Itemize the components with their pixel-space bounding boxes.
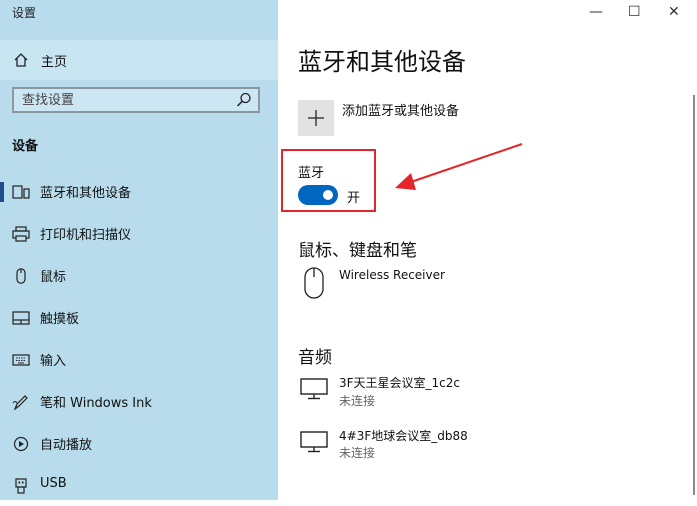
- search-input[interactable]: [14, 89, 240, 111]
- device-name[interactable]: 4#3F地球会议室_db88: [339, 427, 468, 444]
- sidebar-item-label: USB: [40, 476, 67, 491]
- bluetooth-state-label: 开: [347, 191, 361, 206]
- bluetooth-device-icon: [12, 185, 30, 199]
- sidebar-item-usb[interactable]: USB: [0, 466, 278, 506]
- bluetooth-label: 蓝牙: [298, 166, 325, 181]
- autoplay-icon: [13, 436, 29, 452]
- close-button[interactable]: ✕: [668, 4, 680, 20]
- monitor-icon: [300, 378, 328, 400]
- touchpad-icon: [12, 311, 30, 325]
- mouse-device-icon: [304, 267, 324, 299]
- sidebar-item-label: 笔和 Windows Ink: [40, 396, 152, 411]
- mouse-section-title: 鼠标、键盘和笔: [298, 241, 417, 261]
- device-status: 未连接: [339, 394, 376, 408]
- scrollbar[interactable]: [693, 95, 695, 495]
- sidebar-item-mouse[interactable]: 鼠标: [0, 256, 278, 296]
- device-name[interactable]: 3F天王星会议室_1c2c: [339, 374, 460, 391]
- sidebar: 设置 主页 设备 蓝牙和其他设备 打印机和扫描仪: [0, 0, 278, 500]
- sidebar-item-touchpad[interactable]: 触摸板: [0, 298, 278, 338]
- maximize-button[interactable]: ☐: [628, 4, 641, 20]
- sidebar-item-bluetooth[interactable]: 蓝牙和其他设备: [0, 172, 278, 212]
- pen-icon: [12, 395, 28, 410]
- window-title: 设置: [12, 6, 37, 20]
- home-icon: [14, 53, 28, 67]
- sidebar-item-label: 自动播放: [40, 438, 93, 453]
- mouse-icon: [16, 268, 26, 284]
- printer-icon: [12, 226, 30, 242]
- plus-icon: [308, 110, 324, 126]
- add-device-label[interactable]: 添加蓝牙或其他设备: [342, 100, 459, 119]
- device-name[interactable]: Wireless Receiver: [339, 268, 445, 282]
- sidebar-item-label: 蓝牙和其他设备: [40, 186, 132, 201]
- sidebar-item-label: 打印机和扫描仪: [40, 228, 132, 243]
- sidebar-item-label: 输入: [40, 354, 67, 369]
- bluetooth-toggle[interactable]: [298, 185, 338, 205]
- audio-section-title: 音频: [298, 348, 332, 368]
- page-title: 蓝牙和其他设备: [298, 48, 466, 76]
- add-device-button[interactable]: [298, 100, 334, 136]
- minimize-button[interactable]: —: [589, 4, 603, 20]
- active-indicator: [0, 182, 4, 202]
- search-box: [12, 87, 260, 113]
- sidebar-home-label: 主页: [41, 55, 68, 70]
- sidebar-item-printers[interactable]: 打印机和扫描仪: [0, 214, 278, 254]
- toggle-knob: [323, 190, 333, 200]
- device-status: 未连接: [339, 446, 376, 460]
- sidebar-item-pen[interactable]: 笔和 Windows Ink: [0, 382, 278, 422]
- keyboard-icon: [12, 354, 30, 366]
- sidebar-item-autoplay[interactable]: 自动播放: [0, 424, 278, 464]
- sidebar-item-label: 触摸板: [40, 312, 80, 327]
- sidebar-item-typing[interactable]: 输入: [0, 340, 278, 380]
- monitor-icon: [300, 431, 328, 453]
- sidebar-item-label: 鼠标: [40, 270, 67, 285]
- section-title: 设备: [12, 139, 39, 154]
- search-icon[interactable]: [236, 92, 252, 108]
- usb-icon: [15, 478, 27, 494]
